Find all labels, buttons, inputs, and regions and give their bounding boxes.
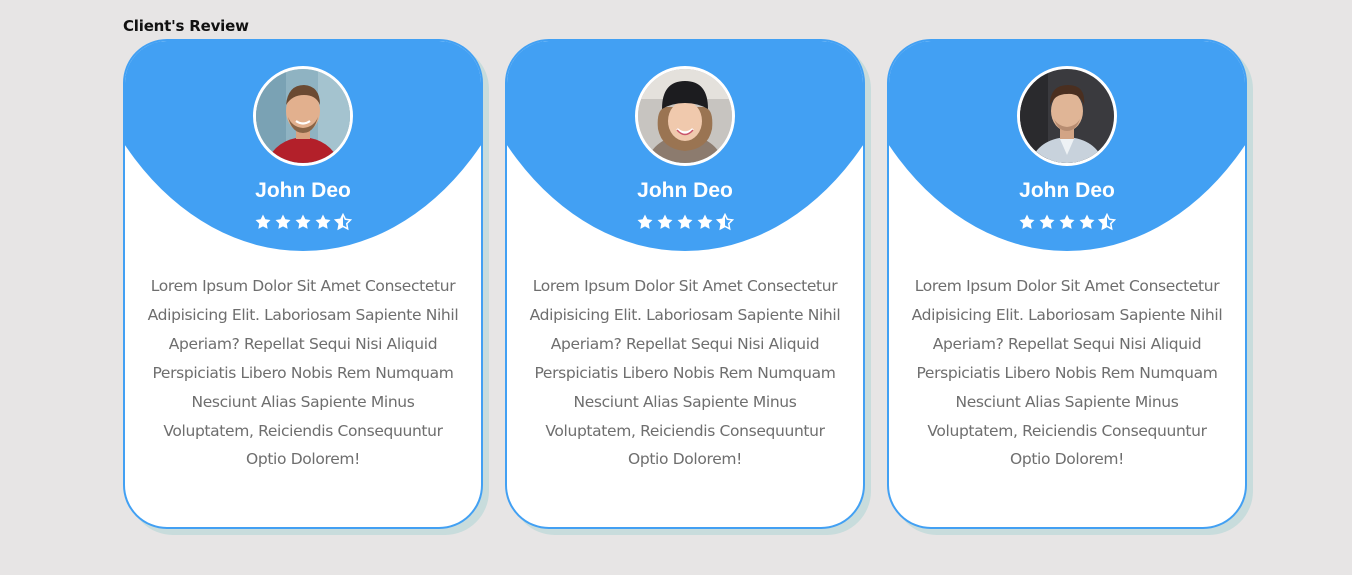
star-icon — [697, 214, 713, 229]
half-star-icon — [334, 213, 352, 231]
half-star-icon — [716, 213, 734, 231]
star-rating — [889, 213, 1245, 231]
reviewer-name: John Deo — [1019, 179, 1115, 202]
star-icon — [1059, 214, 1075, 229]
review-cards: John Deo Lorem Ipsum Dolor Sit Amet Cons… — [123, 39, 1247, 529]
star-rating — [507, 213, 863, 231]
star-icon — [677, 214, 693, 229]
star-icon — [295, 214, 311, 229]
review-text: Lorem Ipsum Dolor Sit Amet Consectetur A… — [147, 277, 459, 469]
review-text: Lorem Ipsum Dolor Sit Amet Consectetur A… — [529, 277, 841, 469]
reviews-section: Client's Review John Deo Lorem Ipsum Dol… — [0, 0, 1352, 575]
star-rating — [125, 213, 481, 231]
star-icon — [1079, 214, 1095, 229]
review-card: John Deo Lorem Ipsum Dolor Sit Amet Cons… — [505, 39, 865, 529]
reviewer-name: John Deo — [255, 179, 351, 202]
review-text: Lorem Ipsum Dolor Sit Amet Consectetur A… — [911, 277, 1223, 469]
reviewer-name: John Deo — [637, 179, 733, 202]
star-icon — [255, 214, 271, 229]
half-star-icon — [1098, 213, 1116, 231]
star-icon — [657, 214, 673, 229]
man-suit-avatar — [1017, 66, 1117, 166]
star-icon — [315, 214, 331, 229]
star-icon — [1039, 214, 1055, 229]
woman-beanie-avatar — [635, 66, 735, 166]
star-icon — [275, 214, 291, 229]
star-icon — [637, 214, 653, 229]
review-card: John Deo Lorem Ipsum Dolor Sit Amet Cons… — [887, 39, 1247, 529]
star-icon — [1019, 214, 1035, 229]
review-card: John Deo Lorem Ipsum Dolor Sit Amet Cons… — [123, 39, 483, 529]
section-title: Client's Review — [123, 17, 249, 35]
man-smiling-avatar — [253, 66, 353, 166]
